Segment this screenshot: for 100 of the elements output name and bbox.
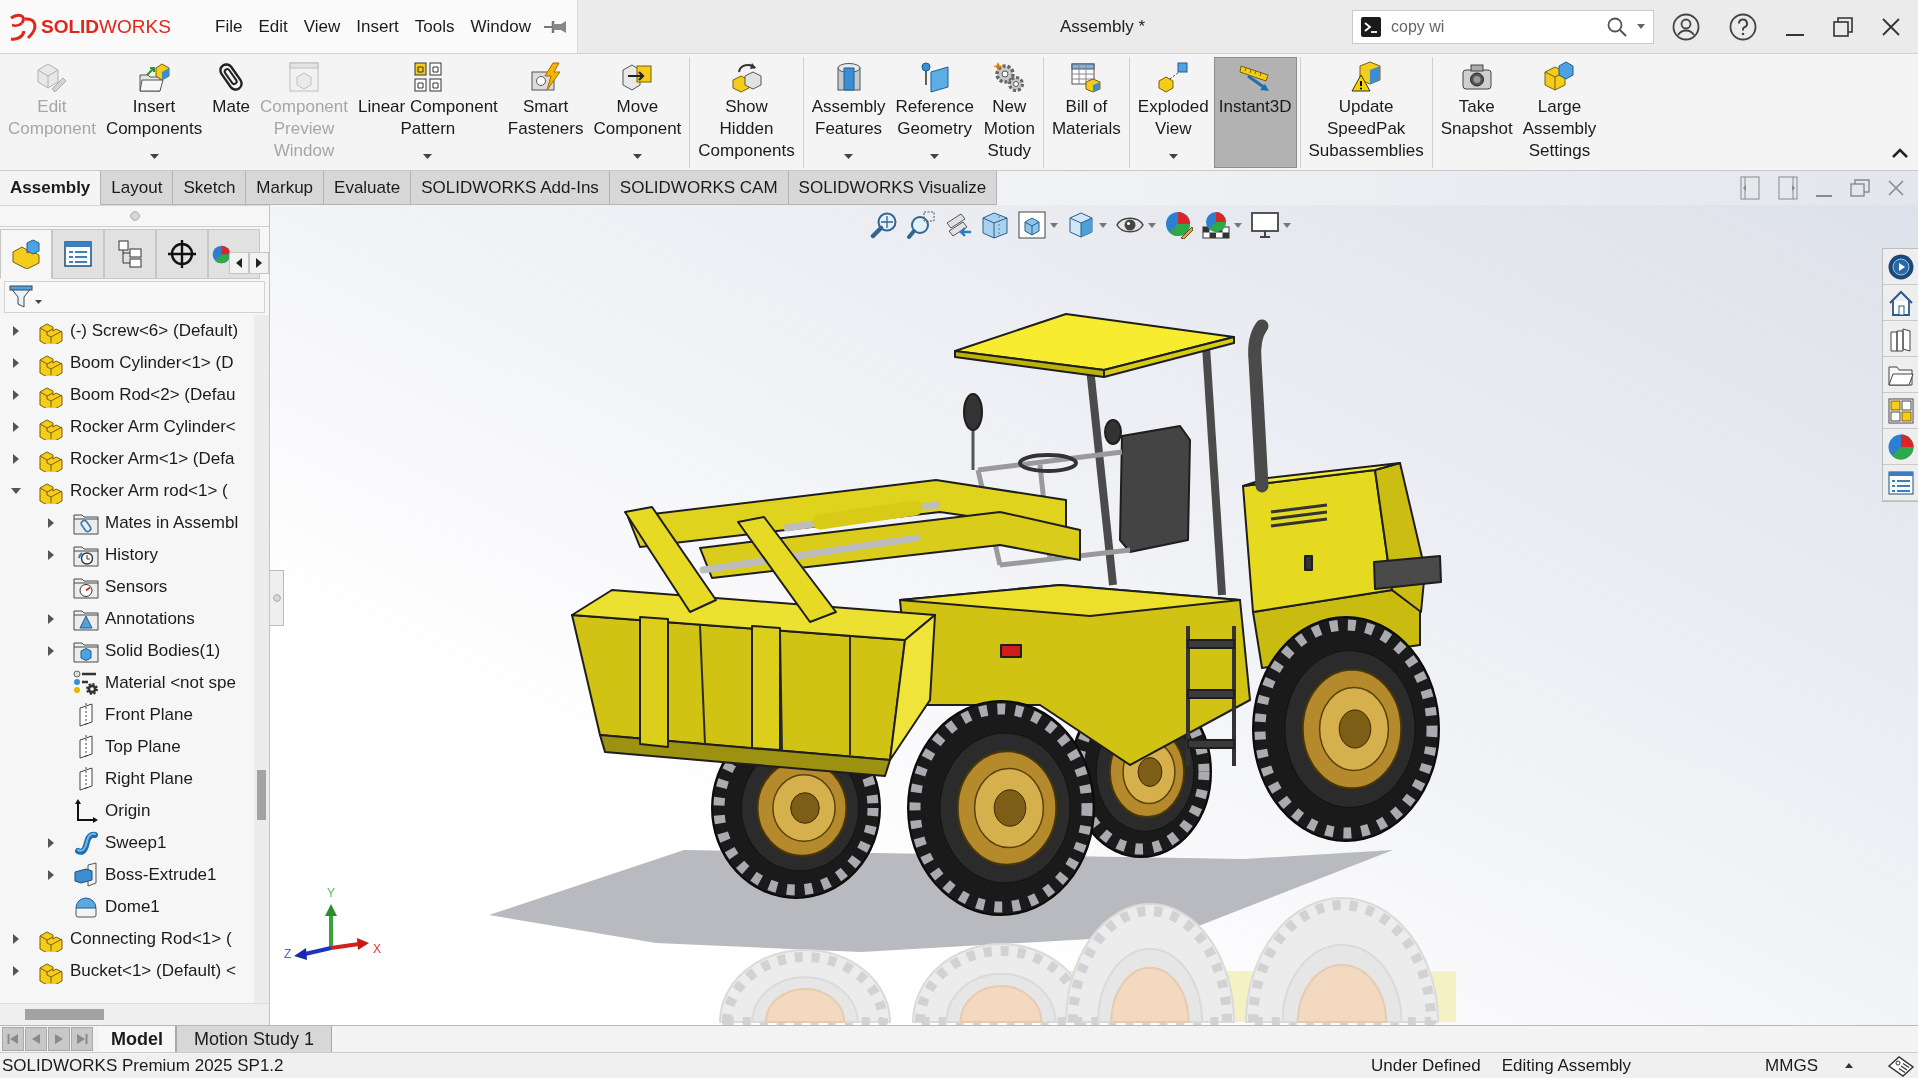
plates-arrow-icon[interactable] bbox=[944, 211, 972, 239]
caret-right-icon[interactable] bbox=[46, 518, 56, 528]
books-icon[interactable] bbox=[1887, 325, 1914, 352]
ribbon-button[interactable]: Show Hidden Components bbox=[693, 57, 800, 168]
caret-icon[interactable] bbox=[1168, 154, 1178, 159]
caret-right-icon[interactable] bbox=[46, 838, 56, 848]
grip-dot-icon[interactable] bbox=[129, 211, 140, 221]
units-label[interactable]: MMGS bbox=[1765, 1055, 1818, 1076]
tree-item[interactable]: Solid Bodies(1) bbox=[39, 635, 254, 667]
minimize-icon[interactable] bbox=[1786, 33, 1804, 36]
ribbon-button[interactable]: Bill of Materials bbox=[1046, 57, 1126, 168]
menu-item[interactable]: Insert bbox=[348, 12, 407, 41]
caret-icon[interactable] bbox=[632, 154, 642, 159]
caret-right-icon[interactable] bbox=[11, 454, 21, 464]
tree-item[interactable]: History bbox=[39, 539, 254, 571]
tree-item[interactable]: Boss-Extrude1 bbox=[39, 859, 254, 891]
tree-item[interactable]: Bucket<1> (Default) < bbox=[4, 955, 254, 987]
restore-icon[interactable] bbox=[1833, 16, 1853, 37]
caret-right-icon[interactable] bbox=[11, 390, 21, 400]
model-tab[interactable]: Motion Study 1 bbox=[176, 1026, 333, 1052]
scrollbar-thumb[interactable] bbox=[257, 770, 266, 820]
ribbon-button[interactable]: Reference Geometry bbox=[890, 57, 979, 168]
ribbon-button[interactable]: Move Component bbox=[588, 57, 687, 168]
tree-item[interactable]: Right Plane bbox=[39, 763, 254, 795]
tree-item[interactable]: Front Plane bbox=[39, 699, 254, 731]
tag-icon[interactable] bbox=[1888, 1054, 1914, 1077]
tree-item[interactable]: Boom Cylinder<1> (D bbox=[4, 347, 254, 379]
caret-right-icon[interactable] bbox=[11, 966, 21, 976]
filter-icon[interactable] bbox=[9, 285, 33, 309]
magnifier-arrows-icon[interactable] bbox=[870, 211, 898, 239]
caret-icon[interactable] bbox=[1637, 24, 1645, 29]
panel-tab[interactable] bbox=[156, 229, 208, 279]
caret-right-icon[interactable] bbox=[46, 646, 56, 656]
sphere-pencil-icon[interactable] bbox=[1165, 211, 1193, 239]
tree-item[interactable]: Connecting Rod<1> ( bbox=[4, 923, 254, 955]
ribbon-tab[interactable]: SOLIDWORKS Add-Ins bbox=[411, 171, 610, 205]
caret-icon[interactable] bbox=[149, 154, 159, 159]
caret-right-icon[interactable] bbox=[46, 614, 56, 624]
caret-icon[interactable] bbox=[930, 154, 940, 159]
search-bar[interactable]: copy wi bbox=[1352, 9, 1654, 44]
cube-frame-icon[interactable] bbox=[1018, 211, 1046, 239]
caret-down-icon[interactable] bbox=[11, 486, 21, 496]
color-sphere-icon[interactable] bbox=[1887, 433, 1914, 460]
caret-icon[interactable] bbox=[844, 154, 854, 159]
caret-icon[interactable] bbox=[35, 300, 42, 304]
ribbon-tab[interactable]: SOLIDWORKS Visualize bbox=[788, 171, 998, 205]
ribbon-tab[interactable]: Assembly bbox=[0, 171, 102, 205]
pin-icon[interactable] bbox=[543, 19, 567, 34]
tree-item[interactable]: Rocker Arm Cylinder< bbox=[4, 411, 254, 443]
panel-splitter-handle[interactable] bbox=[270, 570, 284, 626]
caret-right-icon[interactable] bbox=[46, 870, 56, 880]
tree-item[interactable]: (-) Screw<6> (Default) bbox=[4, 315, 254, 347]
user-icon[interactable] bbox=[1672, 12, 1700, 41]
ribbon-button[interactable]: Linear Component Pattern bbox=[352, 57, 503, 168]
ribbon-tab[interactable]: SOLIDWORKS CAM bbox=[609, 171, 789, 205]
tree-item[interactable]: Annotations bbox=[39, 603, 254, 635]
tree-item[interactable]: Top Plane bbox=[39, 731, 254, 763]
tree-item[interactable]: Dome1 bbox=[39, 891, 254, 923]
caret-right-icon[interactable] bbox=[11, 326, 21, 336]
ribbon-button[interactable]: Smart Fasteners bbox=[502, 57, 589, 168]
scroll-left-button[interactable] bbox=[229, 252, 249, 274]
magnifier-box-icon[interactable] bbox=[907, 211, 935, 239]
tiles-grid-icon[interactable] bbox=[1887, 397, 1914, 424]
menu-item[interactable]: View bbox=[295, 12, 349, 41]
tree-item[interactable]: Mates in Assembl bbox=[39, 507, 254, 539]
ribbon-button[interactable]: New Motion Study bbox=[978, 57, 1040, 168]
sphere-checker-icon[interactable] bbox=[1202, 211, 1230, 239]
tree-item[interactable]: Material <not spe bbox=[39, 667, 254, 699]
play-disc-icon[interactable] bbox=[1887, 253, 1914, 280]
help-icon[interactable] bbox=[1729, 12, 1757, 41]
tree-item[interactable]: Sensors bbox=[39, 571, 254, 603]
caret-right-icon[interactable] bbox=[11, 934, 21, 944]
home-icon[interactable] bbox=[1887, 289, 1914, 316]
tree-item[interactable]: Origin bbox=[39, 795, 254, 827]
scroll-right-button[interactable] bbox=[249, 252, 269, 274]
tree-item[interactable]: Rocker Arm<1> (Defa bbox=[4, 443, 254, 475]
ribbon-button[interactable]: Instant3D bbox=[1213, 57, 1297, 168]
chevron-up-icon[interactable] bbox=[1892, 148, 1908, 158]
menu-item[interactable]: File bbox=[207, 12, 251, 41]
search-icon[interactable] bbox=[1607, 16, 1627, 37]
tree-item[interactable]: Rocker Arm rod<1> ( bbox=[4, 475, 254, 507]
ribbon-button[interactable]: Exploded View bbox=[1132, 57, 1214, 168]
model-tab[interactable]: Model bbox=[99, 1026, 176, 1052]
menu-item[interactable]: Edit bbox=[250, 12, 296, 41]
tree-item[interactable]: Sweep1 bbox=[39, 827, 254, 859]
ribbon-button[interactable]: Update SpeedPak Subassemblies bbox=[1303, 57, 1429, 168]
close-icon[interactable] bbox=[1882, 17, 1900, 36]
caret-right-icon[interactable] bbox=[11, 358, 21, 368]
ribbon-button[interactable]: Take Snapshot bbox=[1435, 57, 1518, 168]
ribbon-button[interactable]: Insert Components bbox=[100, 57, 208, 168]
menu-item[interactable]: Window bbox=[462, 12, 539, 41]
ribbon-tab[interactable]: Sketch bbox=[173, 171, 247, 205]
ribbon-tab[interactable]: Evaluate bbox=[324, 171, 412, 205]
ribbon-button[interactable]: Assembly Features bbox=[806, 57, 891, 168]
scrollbar-thumb[interactable] bbox=[25, 1009, 104, 1020]
sectioned-cube-icon[interactable] bbox=[981, 211, 1009, 239]
menu-item[interactable]: Tools bbox=[406, 12, 463, 41]
ribbon-tab[interactable]: Layout bbox=[101, 171, 174, 205]
caret-right-icon[interactable] bbox=[11, 422, 21, 432]
ribbon-button[interactable]: Mate bbox=[207, 57, 256, 168]
